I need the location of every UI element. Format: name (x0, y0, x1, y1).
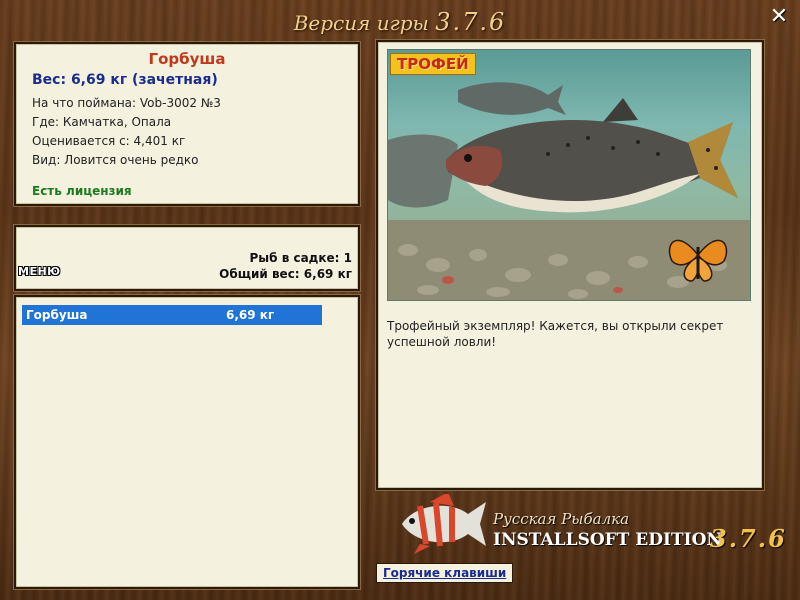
list-item-name: Горбуша (26, 308, 88, 322)
rated-from: Оценивается с: 4,401 кг (32, 134, 186, 148)
caught-with: На что поймана: Vob-3002 №3 (32, 96, 221, 110)
list-item[interactable]: Горбуша 6,69 кг (22, 305, 322, 325)
license-status: Есть лицензия (32, 184, 132, 198)
fish-logo-icon (402, 494, 486, 554)
close-icon[interactable]: ✕ (768, 6, 790, 28)
list-item-weight: 6,69 кг (226, 308, 275, 322)
fish-count: Рыб в садке: 1 (249, 251, 353, 265)
fish-info-panel: Горбуша Вес: 6,69 кг (зачетная) На что п… (14, 42, 360, 206)
keepnet-stats-panel: Рыб в садке: 1 Общий вес: 6,69 кг (14, 225, 360, 291)
fish-photo-illustration (388, 82, 750, 300)
menu-button[interactable]: МЕНЮ (18, 265, 61, 278)
total-weight: Общий вес: 6,69 кг (219, 267, 352, 281)
logo-line2: INSTALLSOFT EDITION (493, 530, 722, 550)
fish-weight: Вес: 6,69 кг (зачетная) (32, 72, 218, 88)
trophy-description: Трофейный экземпляр! Кажется, вы открыли… (387, 319, 724, 349)
logo-version: 3.7.6 (710, 524, 787, 553)
title-version: 3.7.6 (435, 8, 507, 36)
catch-location: Где: Камчатка, Опала (32, 115, 172, 129)
fish-kind: Вид: Ловится очень редко (32, 153, 199, 167)
trophy-badge: ТРОФЕЙ (390, 53, 476, 75)
title-prefix: Версия игры (293, 11, 429, 35)
fish-photo: ТРОФЕЙ (387, 49, 751, 301)
trophy-panel: ТРОФЕЙ Трофейный экземпляр! Кажется, вы … (376, 40, 764, 490)
window-title: Версия игры 3.7.6 (0, 8, 800, 36)
catch-list-panel: Горбуша 6,69 кг (14, 295, 360, 589)
logo-line1: Русская Рыбалка (493, 510, 630, 528)
fish-name: Горбуша (148, 50, 226, 68)
hotkeys-link[interactable]: Горячие клавиши (376, 563, 514, 583)
game-logo: Русская Рыбалка INSTALLSOFT EDITION 3.7.… (390, 494, 790, 558)
